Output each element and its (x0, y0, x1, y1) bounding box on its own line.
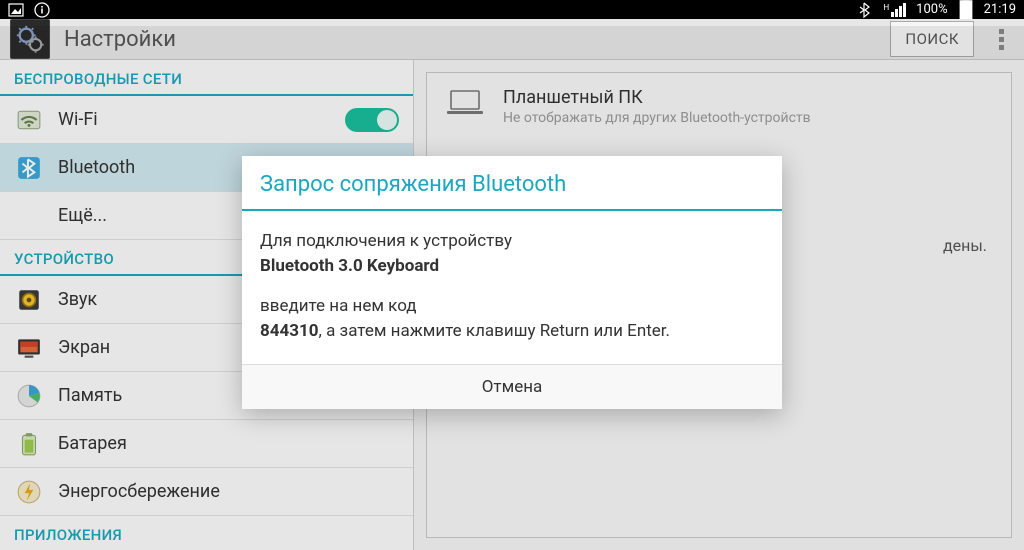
network-type-label: H (883, 3, 889, 12)
pairing-code: 844310 (260, 321, 319, 341)
modal-scrim: Запрос сопряжения Bluetooth Для подключе… (0, 26, 1024, 550)
bluetooth-status-icon (857, 2, 873, 18)
dialog-line2-suffix: , а затем нажмите клавишу Return или Ent… (319, 321, 670, 341)
cancel-button[interactable]: Отмена (242, 365, 782, 409)
battery-percent: 100% (916, 2, 947, 17)
dialog-line1-prefix: Для подключения к устройству (260, 231, 512, 251)
pairing-device-name: Bluetooth 3.0 Keyboard (260, 256, 439, 276)
picture-icon (8, 2, 24, 18)
info-icon (34, 2, 50, 18)
clock: 21:19 (984, 2, 1016, 17)
signal-icon: H (883, 3, 906, 17)
dialog-body: Для подключения к устройству Bluetooth 3… (242, 211, 782, 364)
battery-icon (958, 2, 974, 18)
bluetooth-pairing-dialog: Запрос сопряжения Bluetooth Для подключе… (242, 156, 782, 409)
status-bar: H 100% 21:19 (0, 0, 1024, 19)
dialog-line2-prefix: введите на нем код (260, 296, 417, 316)
dialog-title: Запрос сопряжения Bluetooth (242, 156, 782, 209)
